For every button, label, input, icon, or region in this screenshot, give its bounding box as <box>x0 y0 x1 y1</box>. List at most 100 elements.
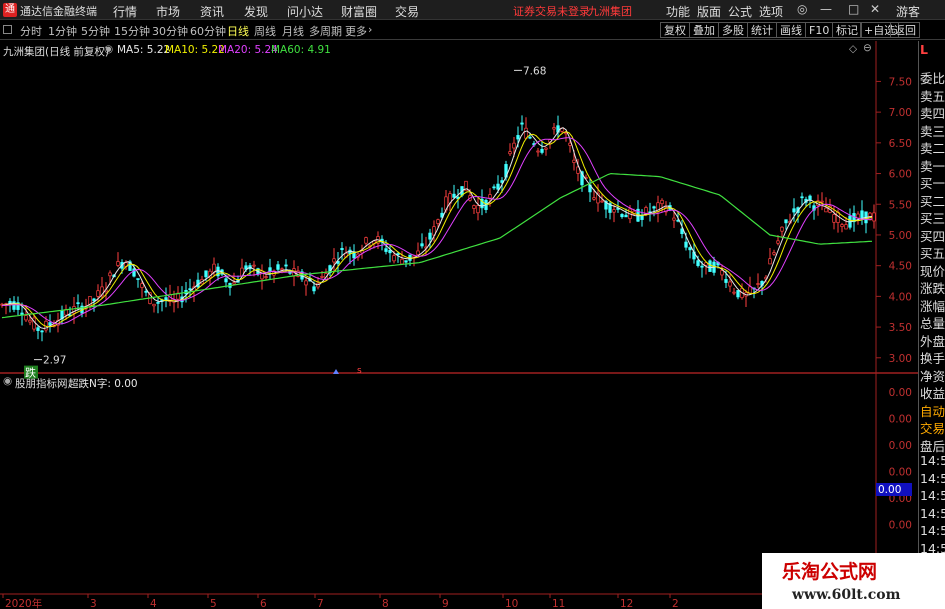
back-button[interactable]: 返回 <box>890 22 920 38</box>
adjust-button[interactable]: 复权 <box>660 22 690 38</box>
period-15min[interactable]: 15分钟 <box>114 23 150 39</box>
candle-body <box>252 264 256 267</box>
minimize-icon[interactable]: — <box>820 2 832 16</box>
chart-settings-icon[interactable]: ◇ <box>849 43 857 55</box>
menu-trade[interactable]: 交易 <box>395 3 419 20</box>
quote-panel-item: 卖三 <box>920 123 945 139</box>
event-marker-icon <box>333 369 339 374</box>
candle-body <box>720 270 724 276</box>
candle-body <box>684 241 688 248</box>
candle-body <box>780 226 784 232</box>
overlay-button[interactable]: 叠加 <box>689 22 719 38</box>
candle-body <box>540 148 544 153</box>
quote-panel-item: 买二 <box>920 193 945 209</box>
indicator-source-title: 股朋指标网 <box>15 378 68 390</box>
menu-quotes[interactable]: 行情 <box>113 3 137 20</box>
candle-body <box>428 232 432 240</box>
maximize-icon[interactable]: □ <box>848 2 859 16</box>
candle-body <box>792 208 796 213</box>
menu-assistant[interactable]: 问小达 <box>287 3 323 20</box>
candle-body <box>736 290 740 298</box>
f10-button[interactable]: F10 <box>805 22 834 38</box>
menu-options[interactable]: 选项 <box>759 3 783 20</box>
menu-market[interactable]: 市场 <box>156 3 180 20</box>
candle-body <box>472 205 476 209</box>
chart-annotations: 7.682.97跌 s <box>24 65 546 380</box>
period-daily[interactable]: 日线 <box>227 23 249 39</box>
menu-news[interactable]: 资讯 <box>200 3 224 20</box>
login-notice[interactable]: 证券交易未登录 <box>513 3 590 19</box>
quote-panel-item: 收益 <box>920 386 945 401</box>
chevron-right-icon[interactable]: › <box>368 23 372 36</box>
period-weekly[interactable]: 周线 <box>254 23 276 39</box>
menu-discover[interactable]: 发现 <box>244 3 268 20</box>
event-marker-s-icon: s <box>357 366 362 376</box>
quote-panel-item: 14:56 <box>920 453 945 468</box>
period-intraday[interactable]: 分时 <box>20 23 42 39</box>
skin-icon[interactable]: ◎ <box>797 2 807 16</box>
candle-body <box>800 196 804 199</box>
candle-body <box>224 278 228 283</box>
candle-body <box>36 327 40 331</box>
menu-function[interactable]: 功能 <box>666 3 690 20</box>
ma10-legend: MA10: 5.22 <box>165 44 225 56</box>
candle-body <box>116 261 120 266</box>
candle-body <box>592 197 596 200</box>
period-5min[interactable]: 5分钟 <box>81 23 110 39</box>
low-price-label: 2.97 <box>43 355 66 367</box>
candle-body <box>768 258 772 265</box>
period-multi[interactable]: 多周期 <box>309 23 342 39</box>
current-value-label: 0.00 <box>878 484 901 496</box>
close-icon[interactable]: ✕ <box>870 2 880 16</box>
menu-formula[interactable]: 公式 <box>728 3 752 20</box>
quote-panel-item: 卖二 <box>920 141 945 156</box>
candle-body <box>568 142 572 146</box>
candle-body <box>728 281 732 287</box>
menu-wealth-circle[interactable]: 财富圈 <box>341 3 377 20</box>
period-more[interactable]: 更多 <box>345 23 367 39</box>
app-title: 通达信金融终端 <box>20 5 97 18</box>
indicator-settings-icon[interactable]: ◉ <box>3 375 12 387</box>
settings-circle-icon[interactable]: ◉ <box>104 43 113 55</box>
candle-body <box>660 199 664 205</box>
indicator-tick-label: 0.00 <box>889 520 912 532</box>
price-chart[interactable]: 7.50 7.00 6.50 6.00 5.50 5.00 4.50 4.00 3.50 3.00… <box>0 41 918 609</box>
quote-panel-item: 卖五 <box>920 88 945 104</box>
guest-label[interactable]: 游客 <box>896 3 920 20</box>
candle-body <box>700 265 704 268</box>
collapse-icon[interactable]: ⊖ <box>863 42 872 54</box>
indicator-tick-label: 0.00 <box>889 467 912 479</box>
mark-button[interactable]: 标记 <box>832 22 862 38</box>
quote-panel-item: 卖一 <box>920 158 945 174</box>
date-tick-label: 10 <box>505 598 518 609</box>
candle-body <box>776 240 780 244</box>
draw-button[interactable]: 画线 <box>776 22 806 38</box>
candle-body <box>136 278 140 280</box>
quote-panel-item[interactable]: 自动 <box>920 401 945 420</box>
watermark-url: www.60lt.com <box>792 587 901 603</box>
price-tick-label: 6.00 <box>889 169 912 181</box>
candle-body <box>488 194 492 199</box>
multi-stock-button[interactable]: 多股 <box>718 22 748 38</box>
candle-body <box>808 195 812 201</box>
period-60min[interactable]: 60分钟 <box>190 23 226 39</box>
panel-toggle-icon[interactable] <box>3 25 12 34</box>
panel-level-badge: L <box>920 42 928 57</box>
candle-body <box>640 215 644 220</box>
main-chart-title: 九洲集团(日线 前复权) <box>3 46 110 58</box>
period-1min[interactable]: 1分钟 <box>48 23 77 39</box>
price-tick-label: 7.50 <box>889 76 912 88</box>
period-30min[interactable]: 30分钟 <box>152 23 188 39</box>
candle-body <box>320 276 324 278</box>
menu-bar: 通 通达信金融终端 行情 市场 资讯 发现 问小达 财富圈 交易 证券交易未登录… <box>0 0 945 20</box>
menu-layout[interactable]: 版面 <box>697 3 721 20</box>
candle-body <box>388 249 392 254</box>
candle-body <box>164 297 168 301</box>
stock-name-link[interactable]: 九洲集团 <box>588 3 632 19</box>
period-monthly[interactable]: 月线 <box>282 23 304 39</box>
stats-button[interactable]: 统计 <box>747 22 777 38</box>
candle-body <box>624 214 628 218</box>
candle-body <box>572 159 576 163</box>
quote-panel-item: 涨跌 <box>920 281 945 296</box>
candle-body <box>188 288 192 291</box>
